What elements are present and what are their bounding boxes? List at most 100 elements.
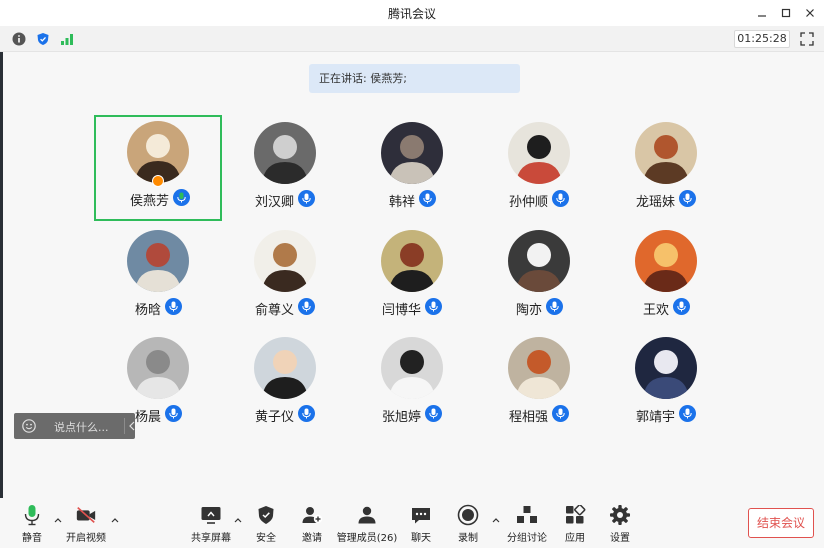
settings-button[interactable]: 设置 [608,504,632,544]
avatar [381,230,443,292]
start-video-button[interactable]: 开启视频 [66,504,106,544]
minimize-icon [758,15,766,17]
avatar [381,337,443,399]
participant-name: 闫博华 [382,303,422,318]
chat-quick-input[interactable]: 说点什么... [14,413,135,439]
participant-tile[interactable]: 张旭婷 [348,331,476,437]
security-button[interactable]: 安全 [254,504,278,544]
participant-tile[interactable]: 郭靖宇 [602,331,730,437]
mic-status-icon[interactable] [419,190,436,207]
share-screen-button[interactable]: 共享屏幕 [190,504,232,544]
status-bar: 01:25:28 [0,26,824,52]
participant-name: 张旭婷 [382,410,422,425]
audio-options-button[interactable] [53,516,63,524]
apps-button[interactable]: 应用 [563,504,587,544]
title-bar: 腾讯会议 [0,0,824,26]
chevron-up-icon [234,518,242,523]
participant-name: 刘汉卿 [255,195,295,210]
breakout-label: 分组讨论 [507,533,547,544]
mic-status-icon[interactable] [165,405,182,422]
share-options-button[interactable] [233,516,243,524]
fullscreen-icon [800,32,814,46]
fullscreen-button[interactable] [798,30,816,48]
microphone-icon [556,408,565,419]
avatar [508,337,570,399]
participant-tile[interactable]: 王欢 [602,224,730,330]
security-label: 安全 [256,533,276,544]
security-status-button[interactable] [34,30,52,48]
mic-status-icon[interactable] [425,405,442,422]
mic-status-icon[interactable] [552,405,569,422]
breakout-icon [517,506,537,523]
participant-name: 侯燕芳 [130,194,170,209]
participant-name: 王欢 [643,303,670,318]
microphone-icon [423,193,432,204]
microphone-icon [177,192,186,203]
participant-name: 程相强 [509,410,549,425]
video-options-button[interactable] [110,516,120,524]
avatar [508,230,570,292]
participant-tile[interactable]: 侯燕芳 [94,115,222,221]
microphone-icon [302,408,311,419]
avatar [635,122,697,184]
mic-status-icon[interactable] [679,190,696,207]
chevron-up-icon [111,518,119,523]
participant-name: 龙瑶妹 [636,195,676,210]
share-label: 共享屏幕 [191,533,231,544]
chat-placeholder[interactable]: 说点什么... [54,419,109,435]
participant-tile[interactable]: 闫博华 [348,224,476,330]
settings-label: 设置 [610,533,630,544]
close-button[interactable] [800,3,820,23]
avatar [635,230,697,292]
shield-icon [37,33,49,45]
chat-label: 聊天 [411,533,431,544]
mute-label: 静音 [22,533,42,544]
record-button[interactable]: 录制 [456,504,480,544]
emoji-icon[interactable] [22,419,36,433]
breakout-rooms-button[interactable]: 分组讨论 [505,504,549,544]
chat-button[interactable]: 聊天 [409,504,433,544]
mic-status-icon[interactable] [298,298,315,315]
participant-tile[interactable]: 龙瑶妹 [602,116,730,222]
host-badge-icon [152,175,164,187]
participant-tile[interactable]: 杨晗 [94,224,222,330]
end-meeting-button[interactable]: 结束会议 [748,508,814,538]
participant-tile[interactable]: 陶亦 [475,224,603,330]
manage-members-button[interactable]: 管理成员(26) [337,504,397,544]
avatar [635,337,697,399]
participant-tile[interactable]: 俞尊义 [221,224,349,330]
record-label: 录制 [458,533,478,544]
mic-status-icon[interactable] [673,298,690,315]
participant-name: 孙仲顺 [509,195,549,210]
participant-tile[interactable]: 程相强 [475,331,603,437]
maximize-button[interactable] [776,3,796,23]
mic-status-icon[interactable] [679,405,696,422]
chat-collapse-button[interactable] [128,417,135,435]
record-options-button[interactable] [491,516,501,524]
mute-button[interactable]: 静音 [18,504,46,544]
mic-status-icon[interactable] [165,298,182,315]
participant-tile[interactable]: 韩祥 [348,116,476,222]
window-edge [0,52,3,548]
minimize-button[interactable] [752,3,772,23]
mic-status-icon[interactable] [298,405,315,422]
maximize-icon [781,8,791,18]
participant-name: 杨晨 [135,410,162,425]
mic-status-icon[interactable] [552,190,569,207]
mic-status-icon[interactable] [425,298,442,315]
meeting-info-button[interactable] [10,30,28,48]
microphone-icon [683,408,692,419]
participant-tile[interactable]: 刘汉卿 [221,116,349,222]
mic-status-icon[interactable] [546,298,563,315]
microphone-icon [683,193,692,204]
avatar [127,337,189,399]
participant-tile[interactable]: 孙仲顺 [475,116,603,222]
participant-tile[interactable]: 黄子仪 [221,331,349,437]
gear-icon [610,505,630,525]
add-user-icon [302,507,323,524]
avatar [254,230,316,292]
mic-status-icon[interactable] [298,190,315,207]
mic-status-icon[interactable] [173,189,190,206]
network-status-button[interactable] [58,30,76,48]
invite-button[interactable]: 邀请 [300,504,324,544]
